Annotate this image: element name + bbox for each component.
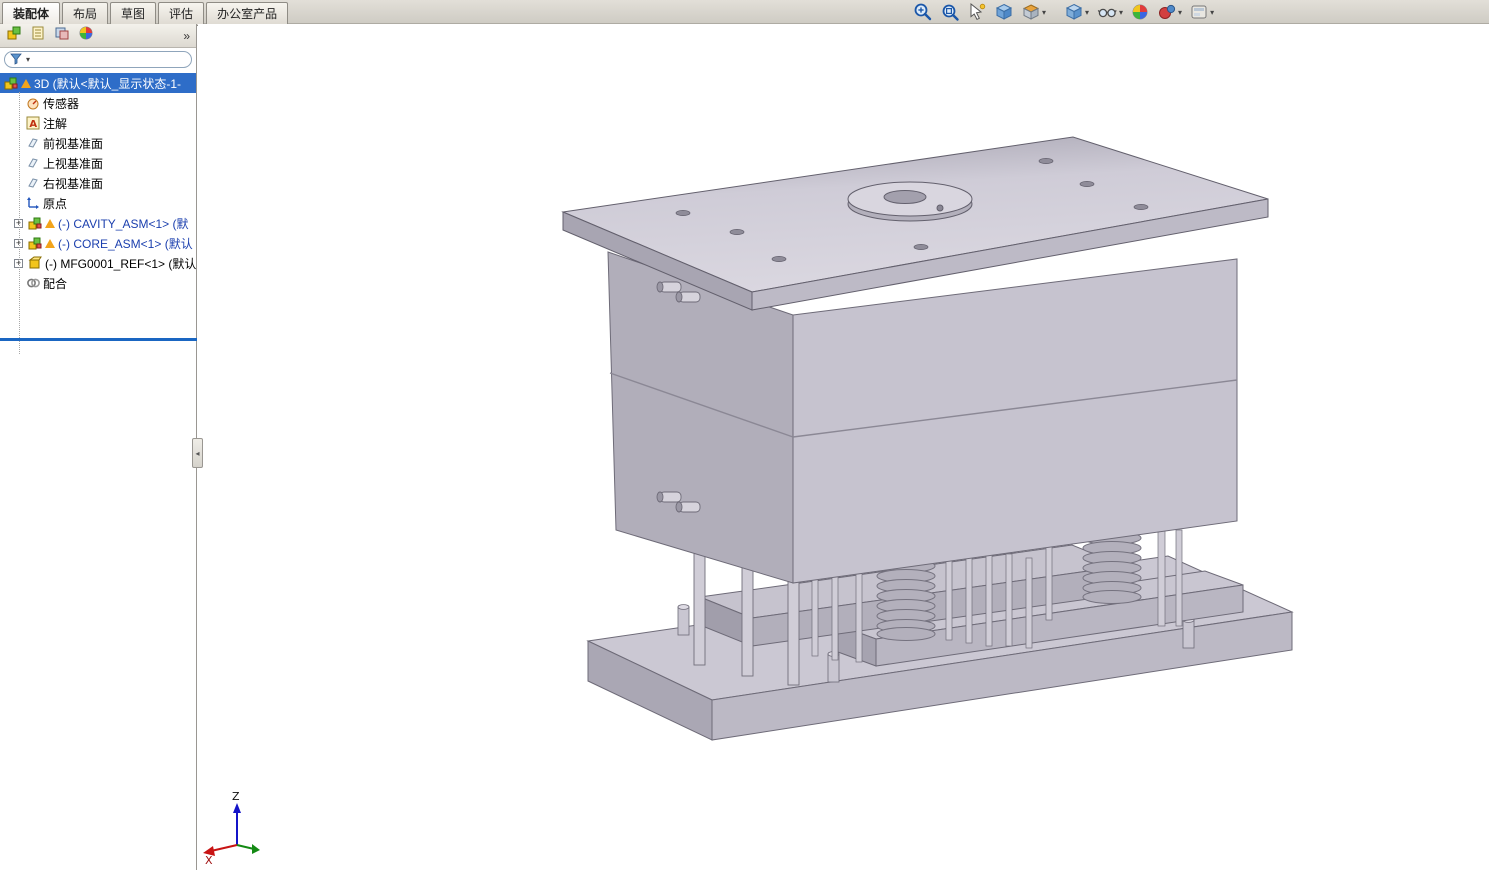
- plane-icon: [28, 158, 38, 168]
- tree-item-annotations[interactable]: A 注解: [0, 113, 196, 133]
- tree-item-front-plane[interactable]: 前视基准面: [0, 133, 196, 153]
- tree-item-label: 上视基准面: [43, 156, 104, 171]
- mold-block[interactable]: [607, 251, 1238, 584]
- view-cube-caret: ▾: [1085, 7, 1090, 17]
- command-tabs: 装配体 布局 草图 评估 办公室产品: [2, 2, 289, 26]
- section-view-icon[interactable]: ▾: [1020, 2, 1047, 22]
- assembly-icon: [4, 77, 18, 90]
- view-cube-icon[interactable]: ▾: [1063, 2, 1090, 22]
- tree-item-label: 右视基准面: [43, 176, 104, 191]
- zoom-fit-icon[interactable]: [939, 2, 961, 22]
- tree-guide-line: [19, 92, 20, 354]
- feature-manager-panel: » ▾ 3D (默认<默认_显示状态-1- 传感器 A 注解 前视基准面 上视基…: [0, 24, 197, 870]
- locating-ring: [847, 181, 973, 222]
- coordinate-triad: Z X: [203, 790, 260, 867]
- tree-item-label: 传感器: [43, 96, 80, 111]
- tree-item-label: 配合: [43, 276, 68, 291]
- pane-split-bar[interactable]: [0, 338, 197, 341]
- origin-icon: [27, 197, 39, 209]
- tab-layout[interactable]: 布局: [62, 2, 109, 26]
- hide-show-caret: ▾: [1119, 7, 1124, 17]
- tree-item-label: (-) CAVITY_ASM<1> (默: [58, 216, 189, 231]
- panel-tab-bar: »: [0, 24, 196, 48]
- tab-assembly[interactable]: 装配体: [2, 2, 61, 26]
- orientation-cube-icon[interactable]: [993, 2, 1015, 22]
- command-manager-strip: 装配体 布局 草图 评估 办公室产品 ▾ ▾ ▾ ▾ ▾: [0, 0, 1489, 26]
- graphics-viewport[interactable]: Z X: [198, 24, 1489, 870]
- collapse-arrow-icon: ◂: [195, 448, 200, 458]
- tree-item-origin[interactable]: 原点: [0, 193, 196, 213]
- tree-item-label: 原点: [43, 196, 68, 211]
- tree-item-label: 前视基准面: [43, 136, 104, 151]
- tree-root-assembly[interactable]: 3D (默认<默认_显示状态-1-: [0, 73, 196, 93]
- plane-icon: [28, 178, 38, 188]
- warning-icon: [45, 238, 55, 248]
- configuration-manager-tab-icon[interactable]: [54, 25, 70, 46]
- tree-item-mates[interactable]: 配合: [0, 273, 196, 293]
- triad-z-label: Z: [232, 790, 240, 803]
- panel-more-button[interactable]: »: [183, 29, 190, 43]
- tree-item-label: (-) CORE_ASM<1> (默认: [58, 236, 193, 251]
- view-settings-icon[interactable]: ▾: [1188, 2, 1215, 22]
- section-view-caret: ▾: [1042, 7, 1047, 17]
- assembly-icon: [28, 217, 42, 230]
- tree-item-cavity-asm[interactable]: + (-) CAVITY_ASM<1> (默: [0, 213, 196, 233]
- hide-show-items-icon[interactable]: ▾: [1095, 2, 1124, 22]
- plane-icon: [28, 138, 38, 148]
- feature-manager-tab-icon[interactable]: [6, 25, 22, 46]
- warning-icon: [45, 218, 55, 228]
- feature-tree: 3D (默认<默认_显示状态-1- 传感器 A 注解 前视基准面 上视基准面 右…: [0, 70, 197, 354]
- tree-item-label: (-) MFG0001_REF<1> (默认: [45, 256, 196, 271]
- annotations-icon: A: [26, 116, 40, 130]
- sensors-icon: [27, 98, 39, 110]
- heads-up-view-toolbar: ▾ ▾ ▾ ▾ ▾: [912, 2, 1215, 22]
- part-icon: [28, 256, 42, 269]
- tree-item-top-plane[interactable]: 上视基准面: [0, 153, 196, 173]
- warning-icon: [21, 78, 31, 88]
- edit-appearance-icon[interactable]: [1129, 2, 1151, 22]
- tab-office-products[interactable]: 办公室产品: [206, 2, 289, 26]
- mold-assembly-model[interactable]: Z X: [198, 24, 1489, 870]
- tree-filter-row: ▾: [0, 48, 196, 70]
- mates-icon: [27, 278, 40, 288]
- tree-item-mfg-ref[interactable]: + (-) MFG0001_REF<1> (默认: [0, 253, 196, 273]
- tree-item-label: 注解: [43, 116, 68, 131]
- sidebar-collapse-handle[interactable]: ◂: [192, 438, 203, 468]
- filter-pointer-icon[interactable]: [966, 2, 988, 22]
- tree-item-sensors[interactable]: 传感器: [0, 93, 196, 113]
- tree-item-core-asm[interactable]: + (-) CORE_ASM<1> (默认: [0, 233, 196, 253]
- assembly-icon: [28, 237, 42, 250]
- tab-sketch[interactable]: 草图: [110, 2, 157, 26]
- filter-caret-icon: ▾: [26, 54, 31, 64]
- appearance-manager-tab-icon[interactable]: [78, 25, 94, 46]
- svg-text:A: A: [29, 119, 37, 130]
- apply-scene-caret: ▾: [1178, 7, 1183, 17]
- view-settings-caret: ▾: [1210, 7, 1215, 17]
- property-manager-tab-icon[interactable]: [30, 25, 46, 46]
- zoom-in-icon[interactable]: [912, 2, 934, 22]
- tree-filter-input[interactable]: ▾: [4, 50, 192, 68]
- apply-scene-icon[interactable]: ▾: [1156, 2, 1183, 22]
- tree-item-right-plane[interactable]: 右视基准面: [0, 173, 196, 193]
- tab-evaluate[interactable]: 评估: [158, 2, 205, 26]
- triad-x-label: X: [205, 854, 213, 867]
- filter-funnel-icon: [10, 53, 22, 65]
- tree-root-label: 3D (默认<默认_显示状态-1-: [34, 76, 182, 91]
